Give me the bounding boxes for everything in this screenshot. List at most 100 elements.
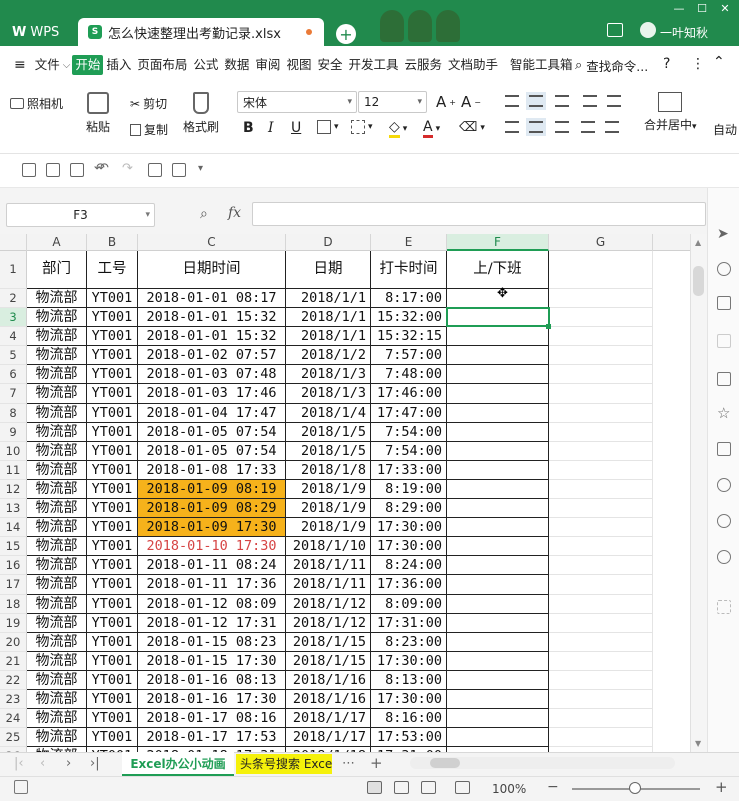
cell-employee-id[interactable]: YT001 [87,422,138,442]
cell-shift[interactable] [447,670,549,690]
more-sheets-icon[interactable]: ⋯ [342,756,355,771]
cell-department[interactable]: 物流部 [27,403,87,423]
cell-date[interactable]: 2018/1/12 [286,613,371,633]
user-avatar[interactable] [640,22,656,38]
border-button[interactable]: ▾ [317,120,339,134]
minimize-icon[interactable]: — [670,2,688,16]
cell-employee-id[interactable]: YT001 [87,327,138,347]
cell-employee-id[interactable]: YT001 [87,499,138,519]
menu-tab-data[interactable]: 数据 [221,55,252,75]
row-header[interactable]: 20 [0,632,27,652]
row-header[interactable]: 19 [0,613,27,633]
cell-employee-id[interactable]: YT001 [87,289,138,309]
cell-employee-id[interactable]: YT001 [87,308,138,328]
cell-date[interactable]: 2018/1/5 [286,441,371,461]
cell-employee-id[interactable]: YT001 [87,479,138,500]
vertical-scrollbar[interactable] [690,234,707,752]
cell-department[interactable]: 物流部 [27,479,87,500]
cell-shift[interactable] [447,518,549,538]
row-header[interactable]: 23 [0,689,27,710]
empty-cell[interactable] [549,460,653,480]
close-icon[interactable]: ✕ [716,2,734,16]
menu-tab-doc-assistant[interactable]: 文档助手 [445,55,501,75]
cell-punch-time[interactable]: 7:54:00 [371,441,447,461]
cell-punch-time[interactable]: 15:32:15 [371,327,447,347]
cell-date[interactable]: 2018/1/15 [286,632,371,652]
new-tab-button[interactable]: + [336,24,356,44]
macro-icon[interactable] [14,780,28,794]
link-icon[interactable] [717,334,731,348]
empty-cell[interactable] [549,632,653,652]
cell-date[interactable]: 2018/1/17 [286,709,371,729]
row-header[interactable]: 8 [0,403,27,423]
cell-punch-time[interactable]: 17:30:00 [371,537,447,557]
cell-date[interactable]: 2018/1/1 [286,289,371,309]
header-cell[interactable]: 日期时间 [138,251,286,289]
cell-date[interactable]: 2018/1/2 [286,346,371,366]
vertical-scroll-thumb[interactable] [693,266,704,296]
cell-department[interactable]: 物流部 [27,689,87,710]
cell-date[interactable]: 2018/1/15 [286,651,371,671]
cell-department[interactable]: 物流部 [27,575,87,595]
cell-date[interactable]: 2018/1/11 [286,556,371,576]
maximize-icon[interactable]: ☐ [693,2,711,16]
empty-cell[interactable] [549,308,653,328]
cell-punch-time[interactable]: 17:31:00 [371,613,447,633]
distributed-icon[interactable] [605,121,619,133]
empty-cell[interactable] [549,251,653,289]
cell-datetime[interactable]: 2018-01-08 17:33 [138,460,286,480]
empty-cell[interactable] [549,689,653,710]
next-sheet-icon[interactable]: › [66,756,71,771]
zoom-level[interactable]: 100% [492,782,526,796]
menu-tab-smart-toolbox[interactable]: 智能工具箱 [507,55,576,75]
empty-cell[interactable] [549,594,653,614]
cell-department[interactable]: 物流部 [27,613,87,633]
cell-datetime[interactable]: 2018-01-04 17:47 [138,403,286,423]
empty-cell[interactable] [549,728,653,748]
menu-tab-review[interactable]: 审阅 [252,55,283,75]
cell-shift[interactable] [447,499,549,519]
align-left-icon[interactable] [505,121,519,133]
row-header[interactable]: 6 [0,365,27,385]
cell-datetime[interactable]: 2018-01-16 17:30 [138,689,286,710]
menu-file[interactable]: 文件 [32,55,63,75]
row-header[interactable]: 10 [0,441,27,461]
cell-shift[interactable] [447,613,549,633]
cell-datetime[interactable]: 2018-01-02 07:57 [138,346,286,366]
empty-cell[interactable] [549,709,653,729]
cell-shift[interactable] [447,346,549,366]
row-header[interactable]: 2 [0,289,27,309]
cell-employee-id[interactable]: YT001 [87,518,138,538]
cell-punch-time[interactable]: 8:16:00 [371,709,447,729]
empty-cell[interactable] [549,346,653,366]
cell-datetime[interactable]: 2018-01-15 08:23 [138,632,286,652]
font-name-select[interactable]: 宋体 ▾ [237,91,357,113]
cell-department[interactable]: 物流部 [27,709,87,729]
empty-cell[interactable] [549,403,653,423]
empty-cell[interactable] [549,556,653,576]
sidebar-toggle-icon[interactable] [607,23,623,37]
row-header[interactable]: 15 [0,537,27,557]
row-header[interactable]: 13 [0,499,27,519]
row-header[interactable]: 5 [0,346,27,366]
decrease-font-icon[interactable]: A − [461,93,481,111]
cell-date[interactable]: 2018/1/16 [286,670,371,690]
cell-punch-time[interactable]: 17:30:00 [371,689,447,710]
cell-date[interactable]: 2018/1/9 [286,518,371,538]
cell-date[interactable]: 2018/1/8 [286,460,371,480]
row-header[interactable]: 16 [0,556,27,576]
empty-cell[interactable] [549,365,653,385]
apps-grid-icon[interactable] [717,600,731,614]
merge-center-button[interactable]: 合并居中▾ [644,92,697,133]
auto-wrap-button[interactable]: 自动 [713,121,737,138]
cell-datetime[interactable]: 2018-01-09 08:29 [138,499,286,519]
cell-shift[interactable] [447,384,549,404]
empty-cell[interactable] [549,441,653,461]
cell-department[interactable]: 物流部 [27,327,87,347]
cell-department[interactable]: 物流部 [27,460,87,480]
hamburger-icon[interactable]: ≡ [14,57,26,73]
cell-shift[interactable] [447,632,549,652]
format-brush-icon[interactable] [172,163,186,177]
cell-punch-time[interactable]: 8:13:00 [371,670,447,690]
customize-quick-access-icon[interactable]: ▾ [198,163,212,177]
